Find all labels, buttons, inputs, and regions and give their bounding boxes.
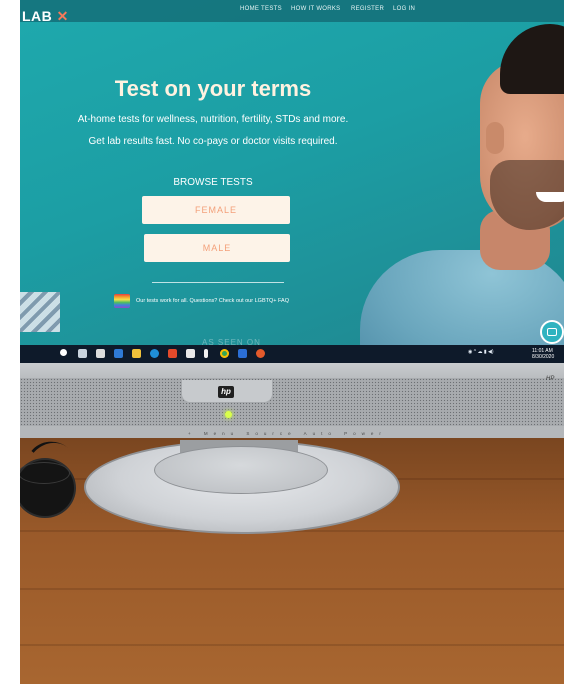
person-ear (486, 122, 504, 154)
task-view-icon[interactable] (78, 349, 87, 358)
hp-logo-icon: hp (218, 386, 234, 398)
chrome-icon[interactable] (220, 349, 229, 358)
logo-text: LAB (22, 8, 53, 24)
browse-tests-label: BROWSE TESTS (173, 177, 253, 188)
logo-mark-icon: ✕ (52, 8, 69, 24)
person-hair (500, 24, 564, 94)
hero-title: Test on your terms (114, 76, 312, 101)
photo-scene: LAB ✕ HOME TESTS HOW IT WORKS REGISTER L… (20, 0, 564, 684)
rainbow-flag-icon (114, 294, 130, 308)
clock-date: 8/30/2020 (532, 354, 555, 360)
store-icon[interactable] (186, 349, 195, 358)
lightning-icon[interactable] (204, 349, 208, 358)
charger-ring (20, 462, 70, 484)
file-explorer-icon[interactable] (132, 349, 141, 358)
office-icon[interactable] (168, 349, 177, 358)
mail-icon[interactable] (114, 349, 123, 358)
hero-subtitle-1: At-home tests for wellness, nutrition, f… (77, 114, 349, 125)
nav-how-it-works[interactable]: HOW IT WORKS (291, 6, 341, 12)
lgbtq-faq-link[interactable]: Our tests work for all. Questions? Check… (136, 298, 289, 304)
amazon-icon[interactable] (96, 349, 105, 358)
hero-subtitle-2: Get lab results fast. No co-pays or doct… (88, 136, 338, 147)
system-tray-icons[interactable]: ◉ ^ ☁ ▮ ◀) (468, 349, 494, 355)
monitor-control-labels[interactable]: + Menu Source Auto Power (188, 431, 387, 436)
cortana-icon[interactable] (60, 349, 67, 356)
background-image-strip (20, 292, 60, 332)
taskbar-clock[interactable]: 11:01 AM 8/30/2020 (532, 348, 554, 360)
nav-home-tests[interactable]: HOME TESTS (240, 6, 282, 12)
male-tests-button[interactable]: MALE (144, 234, 290, 262)
person-smile (536, 192, 564, 202)
female-tests-button[interactable]: FEMALE (142, 196, 290, 224)
site-logo[interactable]: LAB ✕ (22, 8, 69, 25)
power-led-icon (225, 411, 232, 418)
monitor-stand-collar (154, 446, 328, 494)
speaker-grille (20, 378, 564, 426)
app-icon[interactable] (256, 349, 265, 358)
edge-icon[interactable] (150, 349, 159, 358)
photos-icon[interactable] (238, 349, 247, 358)
brand-text: HP (546, 376, 555, 382)
hero-divider (152, 282, 284, 283)
chat-icon[interactable] (540, 320, 564, 344)
monitor-screen: LAB ✕ HOME TESTS HOW IT WORKS REGISTER L… (20, 0, 564, 345)
